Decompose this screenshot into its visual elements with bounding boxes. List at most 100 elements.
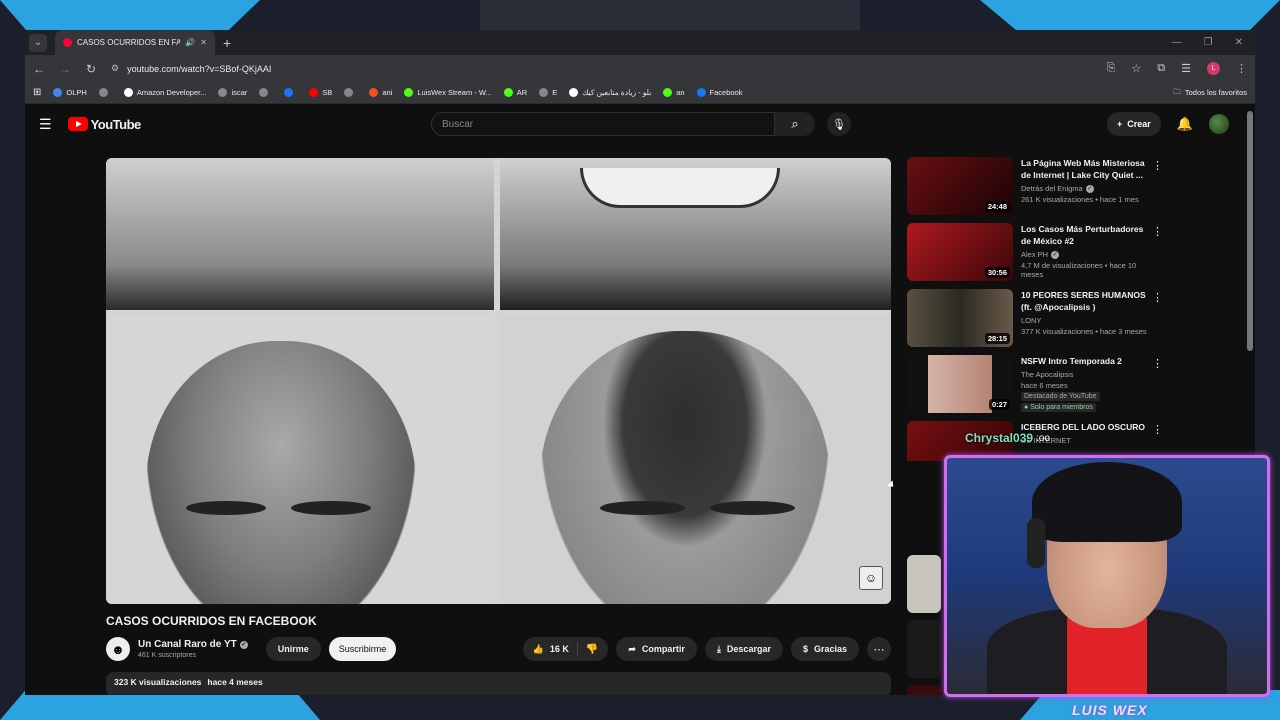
- youtube-favicon-icon: [63, 38, 72, 47]
- subscribe-button[interactable]: Suscribirme: [328, 637, 397, 661]
- media-icon[interactable]: ☰: [1181, 62, 1191, 75]
- maximize-icon[interactable]: ❐: [1204, 37, 1213, 48]
- video-thumbnail[interactable]: 28:15: [907, 289, 1013, 347]
- headset-icon: [1027, 518, 1045, 568]
- menu-dots-icon[interactable]: ⋮: [1236, 62, 1247, 75]
- youtube-logo[interactable]: YouTube: [67, 117, 141, 132]
- duration-badge: 0:27: [988, 399, 1010, 410]
- more-actions-icon[interactable]: ⋯: [867, 637, 891, 661]
- recommendation-title[interactable]: Los Casos Más Perturbadores de México #2: [1021, 223, 1151, 247]
- verified-icon: ✓: [1051, 250, 1060, 259]
- bookmark-item[interactable]: an: [663, 88, 685, 97]
- more-options-icon[interactable]: ⋮: [1152, 291, 1163, 304]
- omnibox[interactable]: ⚙ youtube.com/watch?v=SBof-QKjAAI: [111, 63, 1093, 74]
- bookmark-item[interactable]: Amazon Developer...: [123, 88, 206, 97]
- video-thumbnail[interactable]: 0:27: [907, 355, 1013, 413]
- description-box[interactable]: 323 K visualizaciones hace 4 meses: [106, 672, 891, 695]
- video-thumbnail[interactable]: [907, 555, 941, 613]
- close-tab-icon[interactable]: ✕: [200, 38, 207, 47]
- recommendations-list: 24:48 La Página Web Más Misteriosa de In…: [907, 157, 1169, 461]
- page-scrollbar[interactable]: [1247, 111, 1253, 351]
- more-options-icon[interactable]: ⋮: [1152, 225, 1163, 238]
- forward-icon[interactable]: →: [59, 62, 71, 76]
- video-thumbnail[interactable]: [907, 685, 941, 695]
- join-button[interactable]: Unirme: [265, 637, 321, 661]
- recommendation-item[interactable]: 24:48 La Página Web Más Misteriosa de In…: [907, 157, 1169, 223]
- bookmark-item[interactable]: OLPH: [53, 88, 87, 97]
- search-button[interactable]: ⌕: [775, 112, 815, 136]
- verified-icon: ✓: [1085, 184, 1094, 193]
- recommendation-title[interactable]: 10 PEORES SERES HUMANOS (ft. @Apocalipsi…: [1021, 289, 1151, 313]
- recommendation-channel[interactable]: Alex PH ✓: [1021, 250, 1151, 259]
- video-thumbnail[interactable]: [907, 620, 941, 678]
- search-icon: ⌕: [791, 116, 799, 131]
- thumbs-up-icon: 👍: [532, 643, 544, 654]
- video-thumbnail[interactable]: 24:48: [907, 157, 1013, 215]
- like-button[interactable]: 👍 16 K: [523, 642, 578, 656]
- members-only-badge: ● Solo para miembros: [1021, 403, 1096, 412]
- duration-badge: 30:56: [984, 267, 1010, 278]
- channel-avatar[interactable]: ☻: [106, 637, 130, 661]
- tab-search-icon[interactable]: ⌄: [29, 33, 47, 52]
- reload-icon[interactable]: ↻: [85, 62, 97, 76]
- recommendation-item[interactable]: 30:56 Los Casos Más Perturbadores de Méx…: [907, 223, 1169, 289]
- dislike-button[interactable]: 👎: [578, 644, 608, 655]
- bookmark-item[interactable]: [284, 88, 297, 97]
- video-frame-head: [540, 331, 830, 604]
- url-text[interactable]: youtube.com/watch?v=SBof-QKjAAI: [127, 64, 271, 74]
- recommendation-meta: 261 K visualizaciones • hace 1 mes: [1021, 195, 1139, 204]
- all-bookmarks[interactable]: 🗀 Todos los favoritos: [1173, 86, 1247, 99]
- video-thumbnail[interactable]: 30:56: [907, 223, 1013, 281]
- extensions-icon[interactable]: ⧉: [1157, 62, 1165, 75]
- tab-active[interactable]: CASOS OCURRIDOS EN FACEBOOK 🔊 ✕: [55, 30, 215, 55]
- more-options-icon[interactable]: ⋮: [1152, 159, 1163, 172]
- video-title: CASOS OCURRIDOS EN FACEBOOK: [106, 614, 317, 628]
- subscriber-count: 461 K suscriptores: [138, 652, 196, 659]
- bookmark-item[interactable]: E: [539, 88, 557, 97]
- webcam-hair: [1032, 462, 1182, 542]
- site-info-icon[interactable]: ⚙: [111, 63, 119, 74]
- close-window-icon[interactable]: ✕: [1235, 37, 1243, 48]
- recommendation-item[interactable]: 28:15 10 PEORES SERES HUMANOS (ft. @Apoc…: [907, 289, 1169, 355]
- profile-avatar[interactable]: L: [1207, 62, 1220, 75]
- apps-grid-icon[interactable]: ⊞: [33, 87, 41, 98]
- more-options-icon[interactable]: ⋮: [1152, 423, 1163, 436]
- bookmark-item[interactable]: LuisWex Stream - W...: [404, 88, 492, 97]
- bookmark-star-icon[interactable]: ☆: [1131, 62, 1141, 75]
- bookmark-item[interactable]: AR: [503, 88, 527, 97]
- bookmark-item[interactable]: iscar: [218, 88, 247, 97]
- recommendation-title[interactable]: ICEBERG DEL LADO OSCURO: [1021, 421, 1151, 433]
- create-button[interactable]: + Crear: [1107, 112, 1161, 136]
- bookmark-item[interactable]: Facebook: [696, 88, 742, 97]
- recommendation-title[interactable]: NSFW Intro Temporada 2: [1021, 355, 1151, 367]
- recommendation-channel[interactable]: LONY: [1021, 316, 1151, 325]
- bookmark-item[interactable]: بلو - زيادة متابعين كيك: [569, 88, 651, 97]
- bookmark-item[interactable]: [344, 88, 357, 97]
- bookmark-item[interactable]: SB: [309, 88, 332, 97]
- account-avatar[interactable]: [1209, 114, 1229, 134]
- bookmark-item[interactable]: [98, 88, 112, 97]
- channel-name[interactable]: Un Canal Raro de YT ✓: [138, 639, 248, 650]
- hamburger-menu-icon[interactable]: ☰: [39, 116, 52, 133]
- minimize-icon[interactable]: —: [1172, 37, 1182, 48]
- more-options-icon[interactable]: ⋮: [1152, 357, 1163, 370]
- thanks-button[interactable]: $ Gracias: [790, 637, 859, 661]
- recommendation-item[interactable]: 0:27 NSFW Intro Temporada 2 The Apocalip…: [907, 355, 1169, 421]
- voice-search-button[interactable]: 🎙: [827, 112, 851, 136]
- install-app-icon[interactable]: ⎘: [1107, 62, 1116, 75]
- video-player[interactable]: ☺: [106, 158, 891, 604]
- speaker-icon[interactable]: 🔊: [185, 38, 195, 47]
- back-icon[interactable]: ←: [33, 62, 45, 76]
- channel-watermark-icon[interactable]: ☺: [859, 566, 883, 590]
- notifications-bell-icon[interactable]: 🔔: [1177, 116, 1193, 132]
- webcam-shirt: [1067, 618, 1147, 694]
- download-button[interactable]: ⤓ Descargar: [704, 637, 783, 661]
- recommendation-channel[interactable]: The Apocalipsis: [1021, 370, 1151, 379]
- search-input[interactable]: Buscar: [431, 112, 775, 136]
- recommendation-title[interactable]: La Página Web Más Misteriosa de Internet…: [1021, 157, 1151, 181]
- bookmark-item[interactable]: ani: [369, 88, 392, 97]
- share-button[interactable]: ➦ Compartir: [616, 637, 697, 661]
- bookmark-item[interactable]: [259, 88, 272, 97]
- new-tab-button[interactable]: +: [223, 35, 231, 51]
- recommendation-channel[interactable]: Detrás del Enigma ✓: [1021, 184, 1151, 193]
